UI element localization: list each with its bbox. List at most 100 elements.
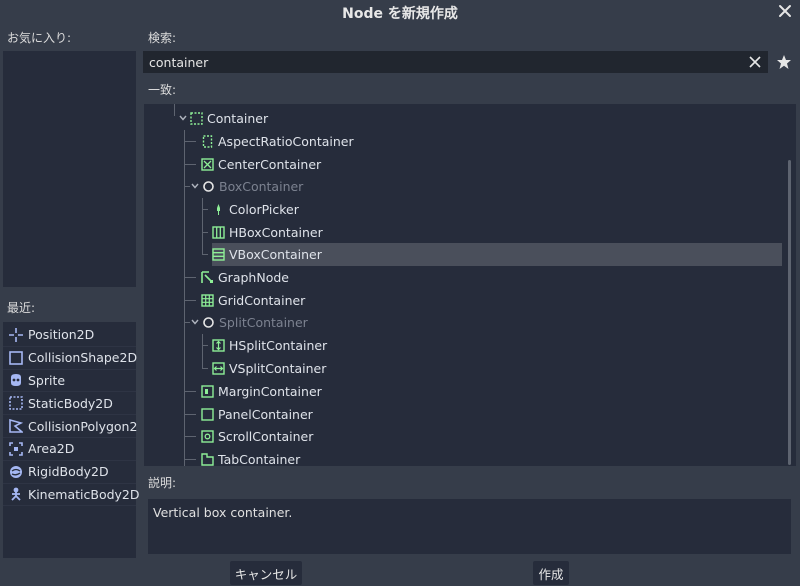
- favorite-star-icon[interactable]: [776, 54, 792, 70]
- vboxcontainer-icon: [212, 248, 225, 261]
- tree-item-graphnode[interactable]: GraphNode: [201, 266, 289, 289]
- recent-list[interactable]: Position2D CollisionShape2D Sprite Stati…: [3, 322, 140, 558]
- colorpicker-icon: [212, 203, 225, 216]
- list-item-label: Position2D: [28, 327, 95, 343]
- gridcontainer-icon: [201, 294, 214, 307]
- tree-item-label: TabContainer: [218, 451, 301, 466]
- tree-item-panelcontainer[interactable]: PanelContainer: [201, 403, 313, 426]
- sprite-icon: [9, 373, 23, 387]
- tree-guide-line: [184, 277, 196, 278]
- tree-item-centercontainer[interactable]: CenterContainer: [201, 153, 321, 176]
- centercontainer-icon: [201, 158, 214, 171]
- list-item-label: CollisionPolygon2: [28, 418, 138, 434]
- close-icon[interactable]: [776, 2, 794, 20]
- recent-item-kinematicbody2d[interactable]: KinematicBody2D: [3, 484, 140, 507]
- tree-guide-line: [174, 104, 175, 116]
- recent-item-rigidbody2d[interactable]: RigidBody2D: [3, 461, 136, 484]
- tree-item-label: PanelContainer: [218, 406, 313, 422]
- tree-item-label: CenterContainer: [218, 156, 322, 172]
- search-input[interactable]: [144, 52, 744, 72]
- tree-item-label: ColorPicker: [229, 201, 299, 217]
- list-item-label: StaticBody2D: [28, 395, 113, 411]
- tree-guide-line: [184, 141, 196, 142]
- tree-guide-line: [184, 391, 196, 392]
- tree-item-label: AspectRatioContainer: [218, 133, 354, 149]
- dialog-title: Node を新規作成: [342, 6, 458, 22]
- recent-item-position2d[interactable]: Position2D: [3, 324, 136, 347]
- tabcontainer-icon: [201, 453, 214, 466]
- list-item-label: KinematicBody2D: [28, 486, 140, 502]
- tree-guide-line: [202, 334, 203, 368]
- tree-item-vboxcontainer[interactable]: VBoxContainer: [212, 243, 782, 266]
- tree-item-boxcontainer[interactable]: BoxContainer: [190, 175, 303, 198]
- tree-item-gridcontainer[interactable]: GridContainer: [201, 289, 305, 312]
- search-label: 検索:: [148, 31, 177, 45]
- tree-guide-line: [202, 209, 208, 210]
- tree-item-margincontainer[interactable]: MarginContainer: [201, 380, 322, 403]
- recent-item-collisionpolygon2d[interactable]: CollisionPolygon2: [3, 415, 138, 438]
- vsplitcontainer-icon: [212, 362, 225, 375]
- recent-item-collisionshape2d[interactable]: CollisionShape2D: [3, 347, 138, 370]
- position2d-icon: [9, 327, 23, 342]
- list-item-label: Area2D: [28, 441, 75, 457]
- tree-guide-line: [184, 130, 185, 466]
- tree-item-container[interactable]: Container: [178, 107, 268, 130]
- cancel-button[interactable]: キャンセル: [230, 561, 302, 585]
- tree-item-aspectratiocontainer[interactable]: AspectRatioContainer: [201, 130, 354, 153]
- favorites-list[interactable]: [3, 51, 136, 287]
- tree-item-label: HSplitContainer: [229, 337, 328, 353]
- description-box: Vertical box container.: [148, 499, 791, 554]
- description-label: 説明:: [148, 476, 177, 490]
- matches-label: 一致:: [148, 83, 177, 97]
- tree-guide-line: [202, 368, 208, 369]
- tree-guide-line: [202, 198, 203, 254]
- rigidbody2d-icon: [9, 465, 23, 479]
- boxcontainer-icon: [202, 180, 215, 193]
- hboxcontainer-icon: [212, 226, 225, 239]
- tree-item-vsplitcontainer[interactable]: VSplitContainer: [212, 357, 326, 380]
- tree-item-scrollcontainer[interactable]: ScrollContainer: [201, 425, 313, 448]
- tree-item-label: HBoxContainer: [229, 224, 323, 240]
- tree-item-hsplitcontainer[interactable]: HSplitContainer: [212, 334, 327, 357]
- tree-item-tabcontainer[interactable]: TabContainer: [201, 448, 300, 466]
- tree-item-colorpicker[interactable]: ColorPicker: [212, 198, 299, 221]
- tree-item-label: ScrollContainer: [218, 428, 314, 444]
- margincontainer-icon: [201, 385, 214, 398]
- tree-item-splitcontainer[interactable]: SplitContainer: [190, 311, 308, 334]
- tree-item-label: BoxContainer: [219, 178, 304, 194]
- area2d-icon: [9, 442, 23, 456]
- matches-tree[interactable]: Container AspectRatioContainer CenterCon…: [144, 104, 796, 466]
- recent-item-sprite[interactable]: Sprite: [3, 370, 136, 393]
- chevron-down-icon[interactable]: [178, 113, 188, 123]
- list-item-label: Sprite: [28, 372, 66, 388]
- hsplitcontainer-icon: [212, 339, 225, 352]
- staticbody2d-icon: [9, 396, 23, 411]
- tree-guide-line: [184, 436, 196, 437]
- create-button[interactable]: 作成: [533, 561, 569, 585]
- tree-scrollbar[interactable]: [788, 160, 791, 465]
- tree-item-hboxcontainer[interactable]: HBoxContainer: [212, 221, 323, 244]
- title-bar: Node を新規作成: [0, 0, 800, 24]
- recent-item-staticbody2d[interactable]: StaticBody2D: [3, 392, 136, 416]
- chevron-down-icon[interactable]: [190, 317, 200, 327]
- chevron-down-icon[interactable]: [190, 181, 200, 191]
- collisionshape2d-icon: [9, 350, 23, 365]
- recent-item-area2d[interactable]: Area2D: [3, 438, 136, 461]
- clear-icon[interactable]: [748, 55, 762, 69]
- tree-item-label: MarginContainer: [218, 383, 322, 399]
- tree-item-label: VSplitContainer: [229, 360, 327, 376]
- container-icon: [190, 112, 203, 125]
- panelcontainer-icon: [201, 408, 214, 421]
- recent-label: 最近:: [7, 301, 36, 315]
- tree-item-label: SplitContainer: [219, 314, 308, 330]
- search-box[interactable]: [143, 51, 768, 73]
- tree-item-label: VBoxContainer: [229, 246, 322, 262]
- favorites-label: お気に入り:: [7, 31, 72, 45]
- splitcontainer-icon: [202, 316, 215, 329]
- tree-item-label: GridContainer: [218, 292, 306, 308]
- tree-item-label: Container: [207, 110, 269, 126]
- tree-guide-line: [202, 232, 208, 233]
- list-item-label: CollisionShape2D: [28, 350, 138, 366]
- tree-guide-line: [202, 254, 208, 255]
- aspectratiocontainer-icon: [201, 135, 214, 148]
